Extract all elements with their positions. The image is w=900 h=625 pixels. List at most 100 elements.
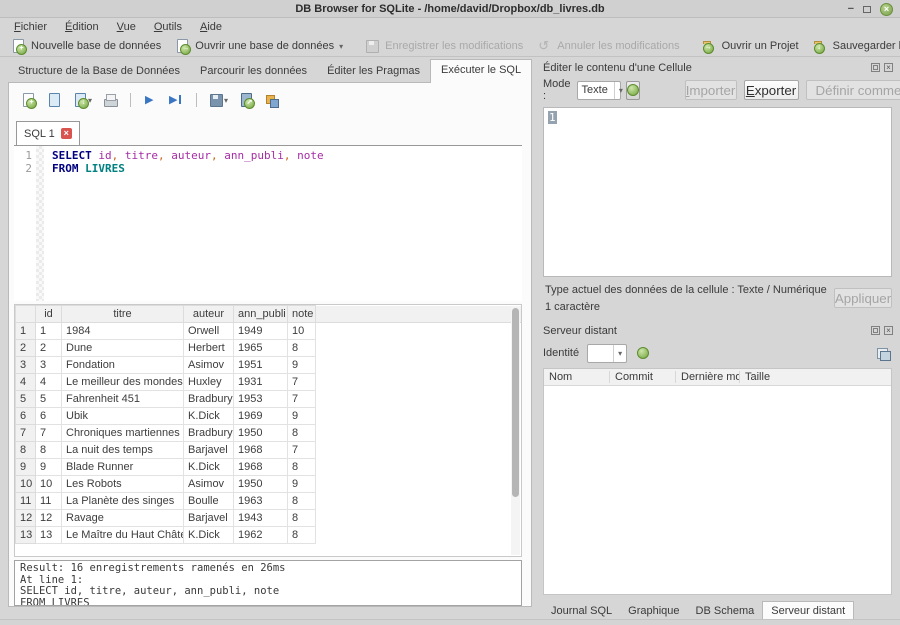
cell[interactable]: Huxley	[184, 374, 234, 391]
cell[interactable]: 9	[288, 408, 316, 425]
cell[interactable]: 7	[36, 425, 62, 442]
cell[interactable]: Ravage	[62, 510, 184, 527]
execute-line-button[interactable]	[167, 91, 186, 109]
cell[interactable]: Dune	[62, 340, 184, 357]
cell[interactable]: Blade Runner	[62, 459, 184, 476]
cell[interactable]: 1969	[234, 408, 288, 425]
cell[interactable]: Le meilleur des mondes	[62, 374, 184, 391]
bottom-tab-graphique[interactable]: Graphique	[620, 602, 687, 620]
cell[interactable]: 8	[36, 442, 62, 459]
new-sql-tab-button[interactable]	[19, 91, 38, 109]
clone-database-button[interactable]	[874, 345, 892, 362]
cell[interactable]: 7	[288, 391, 316, 408]
cell[interactable]: Orwell	[184, 323, 234, 340]
cell[interactable]: 7	[288, 374, 316, 391]
cell[interactable]: Chroniques martiennes	[62, 425, 184, 442]
close-panel-icon[interactable]	[884, 326, 893, 335]
cell[interactable]: 3	[36, 357, 62, 374]
float-panel-icon[interactable]	[871, 326, 880, 335]
cell[interactable]: 1951	[234, 357, 288, 374]
cell[interactable]: Barjavel	[184, 510, 234, 527]
word-wrap-button[interactable]	[626, 81, 640, 100]
cell[interactable]: 8	[288, 425, 316, 442]
cell[interactable]: 4	[36, 374, 62, 391]
results-col-ann-publi[interactable]: ann_publi	[234, 306, 288, 323]
open-project-button[interactable]: Ouvrir un Projet	[696, 37, 805, 55]
cell[interactable]: 8	[288, 493, 316, 510]
cell[interactable]: 8	[288, 459, 316, 476]
remote-col-commit[interactable]: Commit	[610, 371, 676, 383]
save-project-button[interactable]: Sauvegarder le projet	[807, 37, 900, 55]
import-button[interactable]: Importer	[685, 80, 737, 100]
row-number[interactable]: 7	[16, 425, 36, 442]
go-remote-button[interactable]	[633, 344, 652, 363]
close-tab-icon[interactable]	[61, 128, 72, 139]
row-number[interactable]: 10	[16, 476, 36, 493]
minimize-icon[interactable]	[848, 0, 854, 18]
cell[interactable]: Bradbury	[184, 391, 234, 408]
row-number[interactable]: 9	[16, 459, 36, 476]
new-database-button[interactable]: Nouvelle base de données	[5, 37, 167, 55]
cell[interactable]: Bradbury	[184, 425, 234, 442]
cell[interactable]: 1	[36, 323, 62, 340]
cell[interactable]: 1931	[234, 374, 288, 391]
cell[interactable]: 1962	[234, 527, 288, 544]
cell[interactable]: 1968	[234, 442, 288, 459]
cell[interactable]: Les Robots	[62, 476, 184, 493]
menu-aide[interactable]: Aide	[191, 20, 231, 34]
cell[interactable]: 8	[288, 510, 316, 527]
cell[interactable]: 13	[36, 527, 62, 544]
cell[interactable]: 1965	[234, 340, 288, 357]
row-number[interactable]: 12	[16, 510, 36, 527]
cell[interactable]: Asimov	[184, 476, 234, 493]
menu-outils[interactable]: Outils	[145, 20, 191, 34]
tab-editer-les-pragmas[interactable]: Éditer les Pragmas	[317, 61, 430, 82]
cell[interactable]: 7	[288, 442, 316, 459]
cell[interactable]: Fondation	[62, 357, 184, 374]
cell[interactable]: 10	[288, 323, 316, 340]
editor-code[interactable]: SELECT id, titre, auteur, ann_publi, not…	[44, 146, 522, 301]
cell[interactable]: 1984	[62, 323, 184, 340]
cell[interactable]: 2	[36, 340, 62, 357]
cell[interactable]: La nuit des temps	[62, 442, 184, 459]
format-sql-button[interactable]	[263, 91, 282, 109]
cell[interactable]: 1963	[234, 493, 288, 510]
cell[interactable]: 6	[36, 408, 62, 425]
bottom-tab-journal-sql[interactable]: Journal SQL	[543, 602, 620, 620]
cell[interactable]: 9	[36, 459, 62, 476]
cell[interactable]: Ubik	[62, 408, 184, 425]
remote-col-derniere-modific[interactable]: Dernière modific	[676, 371, 740, 383]
remote-col-taille[interactable]: Taille	[740, 371, 891, 383]
row-number[interactable]: 4	[16, 374, 36, 391]
tab-executer-le-sql[interactable]: Exécuter le SQL	[430, 59, 532, 83]
results-col-note[interactable]: note	[288, 306, 316, 323]
row-number[interactable]: 8	[16, 442, 36, 459]
execute-all-button[interactable]	[141, 91, 160, 109]
export-button[interactable]: Exporter	[744, 80, 799, 100]
cell[interactable]: Barjavel	[184, 442, 234, 459]
remote-col-nom[interactable]: Nom	[544, 371, 610, 383]
cell[interactable]: 5	[36, 391, 62, 408]
close-icon[interactable]	[880, 3, 893, 16]
revert-changes-button[interactable]: Annuler les modifications	[531, 37, 685, 55]
export-results-button[interactable]	[207, 91, 230, 109]
results-col-auteur[interactable]: auteur	[184, 306, 234, 323]
cell[interactable]: 8	[288, 527, 316, 544]
save-sql-file-button[interactable]	[71, 91, 94, 109]
cell[interactable]: K.Dick	[184, 527, 234, 544]
close-panel-icon[interactable]	[884, 63, 893, 72]
cell[interactable]: Asimov	[184, 357, 234, 374]
cell[interactable]: 1950	[234, 425, 288, 442]
row-number[interactable]: 1	[16, 323, 36, 340]
row-number[interactable]: 6	[16, 408, 36, 425]
save-changes-button[interactable]: Enregistrer les modifications	[359, 37, 529, 55]
cell[interactable]: 1949	[234, 323, 288, 340]
sql-editor[interactable]: 12 SELECT id, titre, auteur, ann_publi, …	[14, 146, 522, 301]
cell[interactable]: 1950	[234, 476, 288, 493]
cell[interactable]: Herbert	[184, 340, 234, 357]
row-number[interactable]: 3	[16, 357, 36, 374]
external-editor-button[interactable]	[237, 91, 256, 109]
cell[interactable]: La Planète des singes	[62, 493, 184, 510]
row-number[interactable]: 13	[16, 527, 36, 544]
tab-structure-de-la-base-de-donnees[interactable]: Structure de la Base de Données	[8, 61, 190, 82]
